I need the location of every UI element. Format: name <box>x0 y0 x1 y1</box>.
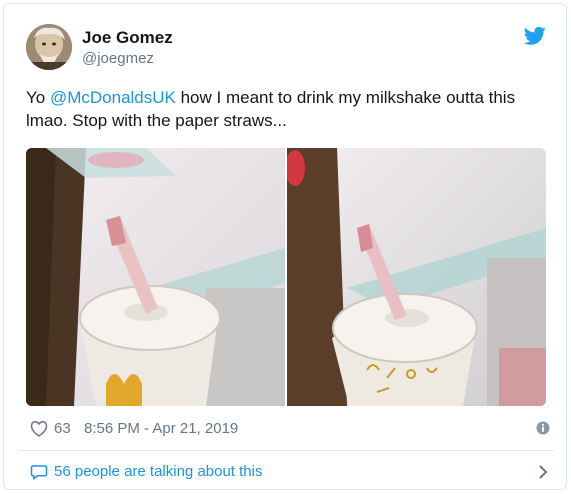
display-name[interactable]: Joe Gomez <box>82 28 173 48</box>
user-handle[interactable]: @joegmez <box>82 50 154 67</box>
speech-bubble-icon <box>30 463 48 481</box>
tweet-meta: 63 8:56 PM - Apr 21, 2019 <box>30 418 550 440</box>
twitter-bird-icon[interactable] <box>523 26 546 46</box>
photo-cup-left[interactable] <box>26 148 285 406</box>
tweet-text-prefix: Yo <box>26 88 50 107</box>
heart-icon[interactable] <box>30 420 48 437</box>
chevron-right-icon[interactable] <box>538 464 548 480</box>
info-icon[interactable] <box>536 421 550 435</box>
mention-link[interactable]: @McDonaldsUK <box>50 88 176 107</box>
like-count: 63 <box>54 420 71 437</box>
tweet-card: Joe Gomez @joegmez Yo @McDonaldsUK how I… <box>3 3 567 490</box>
photo-cup-right[interactable] <box>285 148 546 406</box>
media-grid <box>26 148 546 406</box>
tweet-text: Yo @McDonaldsUK how I meant to drink my … <box>26 86 546 132</box>
divider <box>18 450 554 451</box>
talking-count-text[interactable]: 56 people are talking about this <box>54 463 262 480</box>
avatar[interactable] <box>26 24 72 70</box>
tweet-timestamp[interactable]: 8:56 PM - Apr 21, 2019 <box>84 420 238 437</box>
tweet-header: Joe Gomez @joegmez <box>26 24 546 72</box>
conversation-link[interactable]: 56 people are talking about this <box>30 462 550 484</box>
